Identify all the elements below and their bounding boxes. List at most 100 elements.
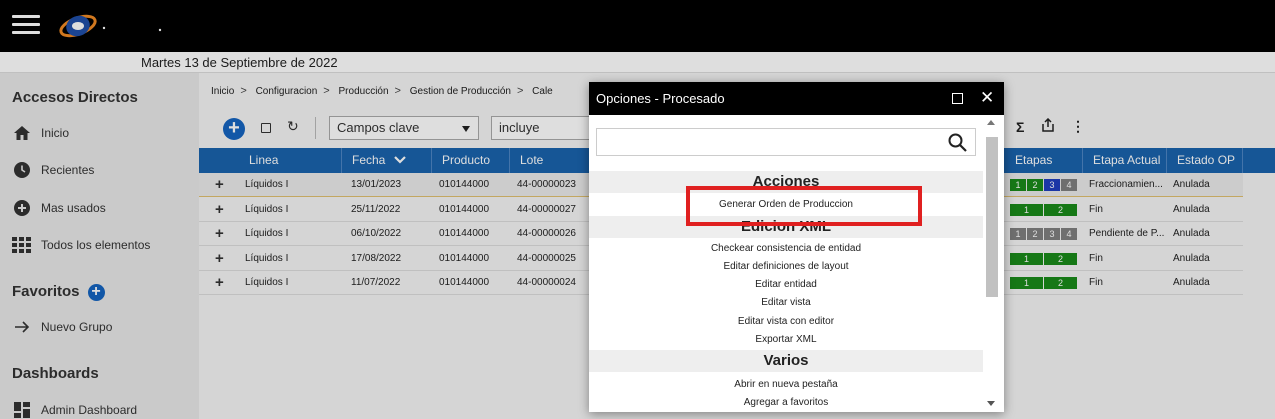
cell-lote: 44-00000025	[517, 253, 576, 264]
option-agregar-favoritos[interactable]: Agregar a favoritos	[589, 396, 983, 410]
breadcrumb-item[interactable]: Inicio	[211, 86, 234, 97]
column-header-linea[interactable]: Linea	[239, 148, 342, 173]
option-editar-definiciones[interactable]: Editar definiciones de layout	[589, 260, 983, 274]
cell-lote: 44-00000027	[517, 204, 576, 215]
scroll-down-icon[interactable]	[987, 401, 995, 406]
column-header-etapas[interactable]: Etapas	[1005, 148, 1083, 173]
stage-badge: 4	[1061, 179, 1077, 191]
column-header-etapa-actual[interactable]: Etapa Actual	[1083, 148, 1167, 173]
expand-row-icon[interactable]: +	[215, 247, 224, 270]
current-date: Martes 13 de Septiembre de 2022	[141, 55, 338, 70]
option-editar-entidad[interactable]: Editar entidad	[589, 278, 983, 292]
expand-row-icon[interactable]: +	[215, 222, 224, 245]
options-modal: Opciones - Procesado ✕ Acciones Generar …	[589, 82, 1004, 412]
column-header-producto[interactable]: Producto	[432, 148, 510, 173]
search-icon[interactable]	[948, 133, 967, 157]
sidebar-item-admin-dashboard[interactable]: Admin Dashboard	[12, 399, 137, 419]
stage-indicators: 12	[1010, 204, 1078, 216]
cell-etapa-actual: Fin	[1089, 253, 1103, 264]
more-options-icon[interactable]: ⋮	[1071, 118, 1085, 135]
sidebar-item-inicio[interactable]: Inicio	[12, 122, 69, 144]
field-select-value: Campos clave	[337, 120, 420, 135]
toolbar-divider	[315, 117, 316, 139]
maximize-icon[interactable]	[952, 93, 963, 104]
breadcrumb-item[interactable]: Cale	[532, 86, 553, 97]
add-record-button[interactable]: +	[223, 118, 245, 140]
cell-estado-op: Anulada	[1173, 204, 1210, 215]
options-search-input[interactable]	[596, 128, 976, 156]
dashboard-icon	[12, 401, 32, 419]
sidebar-item-label: Mas usados	[41, 201, 106, 215]
date-bar: Martes 13 de Septiembre de 2022	[0, 52, 1275, 73]
stage-badge: 3	[1044, 179, 1060, 191]
cell-etapa-actual: Fin	[1089, 277, 1103, 288]
stage-badge: 2	[1044, 277, 1077, 289]
sidebar: Accesos Directos Inicio Recientes Mas us…	[0, 73, 199, 419]
expand-row-icon[interactable]: +	[215, 198, 224, 221]
breadcrumb-item[interactable]: Configuracion	[256, 86, 318, 97]
section-title-edicion-xml: Edicion XML	[589, 216, 983, 238]
column-header-fecha-label: Fecha	[352, 153, 386, 167]
cell-fecha: 25/11/2022	[351, 204, 401, 215]
sidebar-item-recientes[interactable]: Recientes	[12, 159, 94, 181]
scroll-thumb[interactable]	[986, 137, 998, 297]
clock-icon	[12, 161, 32, 179]
sigma-icon[interactable]: Σ	[1016, 119, 1024, 135]
cell-fecha: 13/01/2023	[351, 179, 402, 190]
option-checkear-consistencia[interactable]: Checkear consistencia de entidad	[589, 242, 983, 256]
column-header-fecha[interactable]: Fecha	[342, 148, 432, 173]
operator-select[interactable]: incluye	[491, 116, 591, 140]
scroll-up-icon[interactable]	[987, 120, 995, 125]
expand-row-icon[interactable]: +	[215, 271, 224, 294]
column-header-lote[interactable]: Lote	[510, 148, 590, 173]
sidebar-item-label: Todos los elementos	[41, 238, 151, 252]
stage-badge: 1	[1010, 228, 1026, 240]
chevron-down-icon	[462, 126, 470, 132]
option-generar-orden[interactable]: Generar Orden de Produccion	[589, 198, 983, 212]
cell-estado-op: Anulada	[1173, 179, 1210, 190]
cell-lote: 44-00000023	[517, 179, 576, 190]
cell-linea: Líquidos I	[245, 228, 289, 239]
option-abrir-nueva-pestana[interactable]: Abrir en nueva pestaña	[589, 378, 983, 392]
cell-fecha: 11/07/2022	[351, 277, 401, 288]
plus-circle-icon	[12, 199, 32, 217]
sidebar-item-mas-usados[interactable]: Mas usados	[12, 197, 106, 219]
stage-badge: 2	[1044, 253, 1077, 265]
modal-scrollbar[interactable]	[985, 120, 999, 410]
cell-producto: 010144000	[439, 277, 490, 288]
cell-producto: 010144000	[439, 179, 490, 190]
option-editar-vista-editor[interactable]: Editar vista con editor	[589, 315, 983, 329]
breadcrumb-item[interactable]: Producción	[339, 86, 389, 97]
dashboards-heading: Dashboards	[12, 365, 99, 382]
modal-title: Opciones - Procesado	[596, 91, 725, 106]
top-bar	[0, 0, 1275, 52]
expand-row-icon[interactable]: +	[215, 173, 224, 196]
option-exportar-xml[interactable]: Exportar XML	[589, 333, 983, 347]
share-icon[interactable]	[1041, 117, 1055, 135]
close-icon[interactable]: ✕	[980, 88, 994, 108]
arrow-right-icon	[12, 318, 32, 336]
cell-linea: Líquidos I	[245, 179, 289, 190]
stage-badge: 1	[1010, 204, 1043, 216]
stage-indicators: 1234	[1010, 228, 1078, 240]
add-favorite-icon[interactable]: +	[87, 283, 105, 301]
breadcrumb-item[interactable]: Gestion de Producción	[410, 86, 511, 97]
cell-linea: Líquidos I	[245, 253, 289, 264]
select-all-checkbox[interactable]	[261, 123, 271, 133]
cell-estado-op: Anulada	[1173, 228, 1210, 239]
refresh-icon[interactable]: ↻	[287, 118, 299, 135]
field-select[interactable]: Campos clave	[329, 116, 479, 140]
section-title-varios: Varios	[589, 350, 983, 372]
option-editar-vista[interactable]: Editar vista	[589, 296, 983, 310]
hamburger-menu-icon[interactable]	[12, 15, 40, 35]
sidebar-item-label: Inicio	[41, 126, 70, 140]
cell-producto: 010144000	[439, 253, 490, 264]
cell-etapa-actual: Fraccionamien...	[1089, 179, 1163, 190]
column-header-estado-op[interactable]: Estado OP	[1167, 148, 1243, 173]
cell-producto: 010144000	[439, 204, 490, 215]
cell-linea: Líquidos I	[245, 277, 289, 288]
sidebar-item-nuevo-grupo[interactable]: Nuevo Grupo	[12, 316, 112, 338]
sidebar-item-todos[interactable]: Todos los elementos	[12, 234, 150, 256]
favoritos-title: Favoritos	[12, 283, 80, 300]
company-logo	[56, 10, 166, 42]
